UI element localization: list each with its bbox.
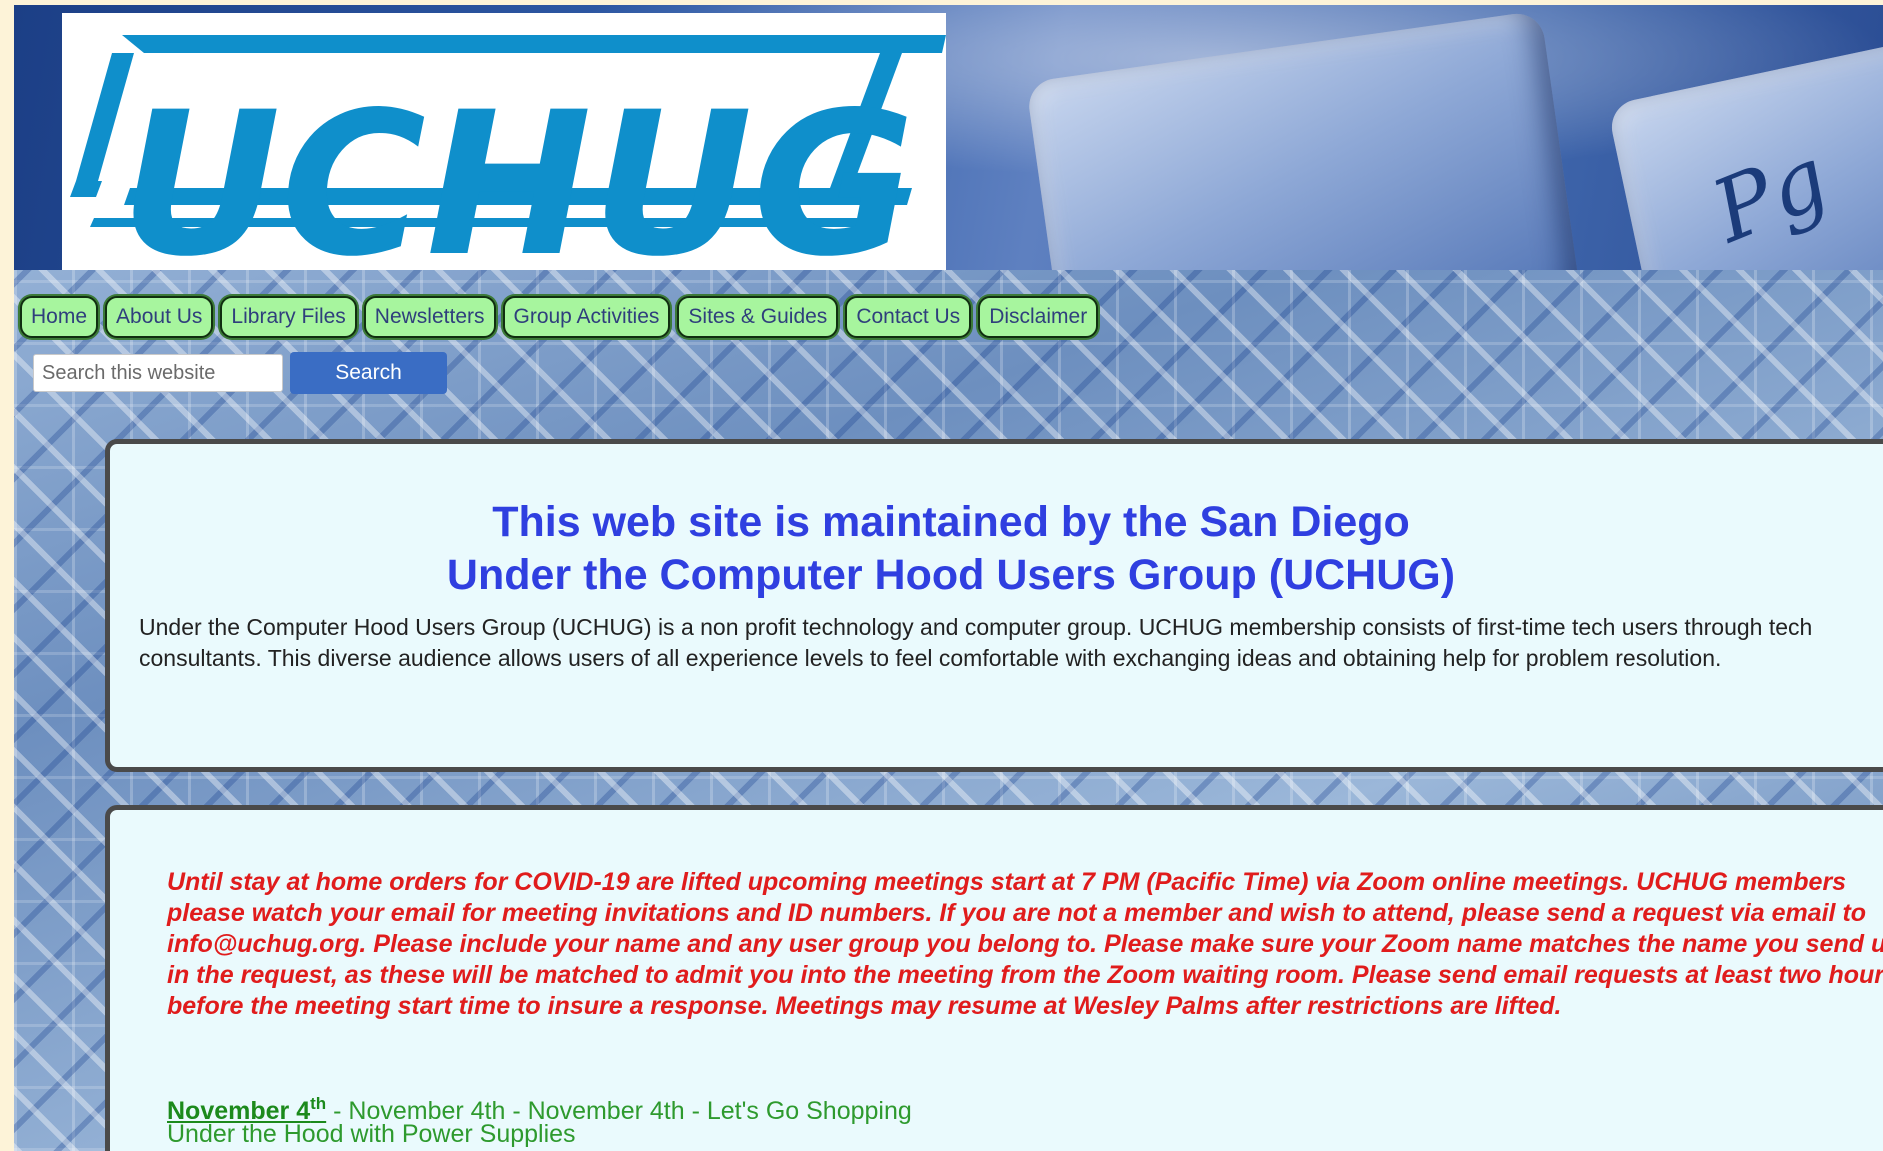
page: Pg UCHUG Home About Us Library Files New… — [14, 5, 1883, 1151]
nav-about-us[interactable]: About Us — [105, 296, 214, 338]
page-title-line-2: Under the Computer Hood Users Group (UCH… — [446, 551, 1456, 599]
nav-sites-guides[interactable]: Sites & Guides — [677, 296, 839, 338]
uchug-logo-graphic: UCHUG — [70, 35, 946, 270]
events-panel: Until stay at home orders for COVID-19 a… — [105, 805, 1883, 1151]
nav-library-files[interactable]: Library Files — [220, 296, 357, 338]
nav-newsletters[interactable]: Newsletters — [363, 296, 496, 338]
nav-disclaimer[interactable]: Disclaimer — [978, 296, 1099, 338]
uchug-logo[interactable]: UCHUG — [62, 13, 946, 270]
page-title-line-1: This web site is maintained by the San D… — [492, 498, 1410, 546]
search-button[interactable]: Search — [290, 352, 447, 394]
covid-meeting-notice: Until stay at home orders for COVID-19 a… — [167, 868, 1883, 1020]
nav-group-activities[interactable]: Group Activities — [502, 296, 671, 338]
page-title: This web site is maintained by the San D… — [110, 496, 1792, 602]
intro-description: Under the Computer Hood Users Group (UCH… — [139, 614, 1813, 671]
search-input[interactable] — [33, 354, 283, 392]
event-date-suffix: th — [310, 1094, 327, 1113]
main-nav: Home About Us Library Files Newsletters … — [20, 296, 1099, 338]
intro-panel: This web site is maintained by the San D… — [105, 439, 1883, 772]
logo-text: UCHUG — [120, 69, 915, 270]
nav-home[interactable]: Home — [20, 296, 99, 338]
header-banner: Pg UCHUG — [14, 5, 1883, 270]
search-form: Search — [33, 352, 447, 394]
nav-contact-us[interactable]: Contact Us — [845, 296, 972, 338]
keyboard-key-image — [1025, 10, 1583, 270]
event-title: Under the Hood with Power Supplies — [167, 1120, 576, 1148]
